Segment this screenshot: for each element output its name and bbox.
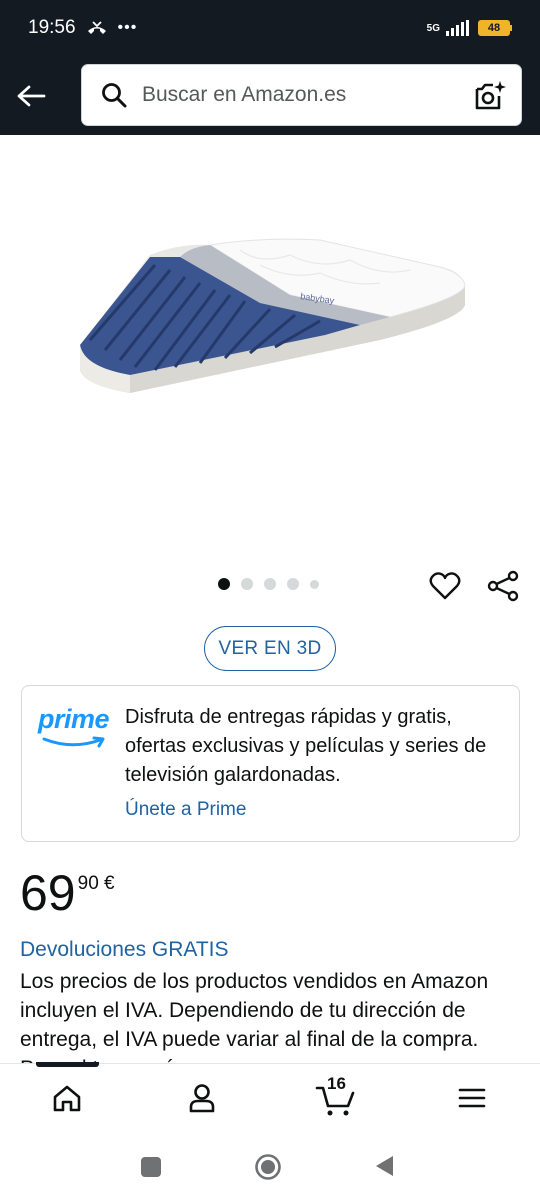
wishlist-heart-icon[interactable] <box>428 569 462 603</box>
price-whole: 69 <box>20 865 76 921</box>
missed-call-icon <box>87 21 106 34</box>
back-arrow-icon <box>17 85 46 106</box>
network-type: 5G <box>426 22 440 34</box>
cart-count: 16 <box>327 1074 346 1093</box>
product-detail: babybay VER EN 3D prime Disfruta de entr… <box>0 135 540 1063</box>
battery-icon: 48 <box>478 20 512 36</box>
product-image[interactable]: babybay <box>60 225 480 425</box>
nav-account[interactable] <box>182 1078 222 1118</box>
back-button[interactable] <box>0 56 62 135</box>
signal-icon <box>446 20 469 36</box>
prime-smile-icon <box>42 736 105 748</box>
back-triangle-icon[interactable] <box>373 1154 395 1178</box>
home-icon <box>53 1085 81 1112</box>
share-icon[interactable] <box>486 569 520 603</box>
home-button-icon[interactable] <box>254 1153 282 1181</box>
product-price: 69 90 € <box>20 863 115 923</box>
tax-note: Los precios de los productos vendidos en… <box>20 970 489 1063</box>
header: Buscar en Amazon.es <box>0 56 540 135</box>
carousel-dot[interactable] <box>218 578 230 590</box>
more-notifications-icon: ••• <box>117 19 138 36</box>
carousel-dot[interactable] <box>310 579 319 589</box>
view-in-3d-button[interactable]: VER EN 3D <box>204 626 336 671</box>
prime-logo: prime <box>38 704 114 754</box>
search-input[interactable]: Buscar en Amazon.es <box>81 64 522 126</box>
hamburger-menu-icon <box>458 1088 486 1108</box>
join-prime-link[interactable]: Únete a Prime <box>125 799 246 821</box>
carousel-dot[interactable] <box>241 578 253 590</box>
status-time: 19:56 <box>28 17 76 38</box>
search-icon <box>100 81 128 109</box>
carousel-dot[interactable] <box>264 578 276 590</box>
price-fraction: 90 € <box>77 873 115 894</box>
free-returns-link[interactable]: Devoluciones GRATIS <box>20 938 229 962</box>
nav-cart[interactable]: 16 <box>314 1074 358 1118</box>
camera-search-icon[interactable] <box>473 79 507 113</box>
recent-apps-button[interactable] <box>141 1157 161 1177</box>
image-carousel-indicator <box>218 578 319 590</box>
prime-banner: prime Disfruta de entregas rápidas y gra… <box>21 685 520 842</box>
search-placeholder: Buscar en Amazon.es <box>142 83 347 106</box>
bottom-nav: 16 <box>0 1062 540 1133</box>
system-navigation-bar <box>0 1133 540 1200</box>
nav-home[interactable] <box>47 1078 87 1118</box>
status-bar: 19:56 ••• 5G 48 <box>0 0 540 56</box>
nav-menu[interactable] <box>452 1078 492 1118</box>
battery-level: 48 <box>487 22 501 34</box>
carousel-dot[interactable] <box>287 578 299 590</box>
prime-description: Disfruta de entregas rápidas y gratis, o… <box>125 706 487 786</box>
active-tab-indicator <box>36 1062 99 1067</box>
prime-logo-text: prime <box>38 704 110 734</box>
account-icon <box>189 1084 215 1113</box>
